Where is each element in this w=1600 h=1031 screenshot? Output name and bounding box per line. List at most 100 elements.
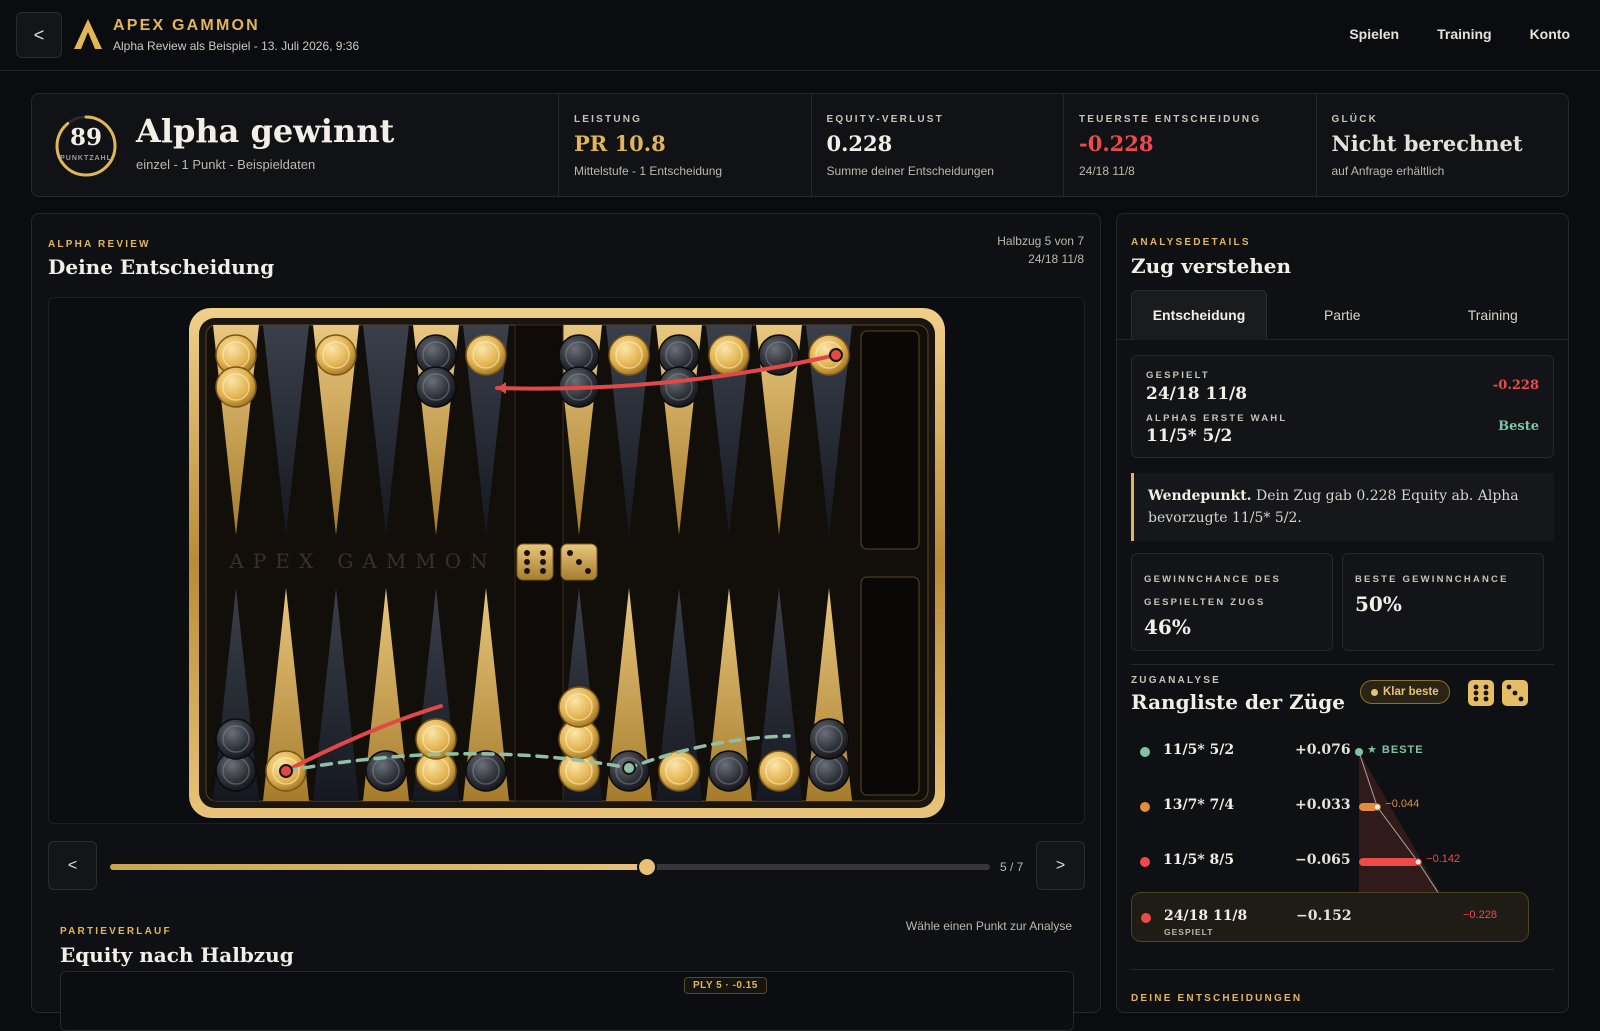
move-dot (1140, 747, 1150, 757)
stat-note: Summe deiner Entscheidungen (826, 164, 994, 178)
move-loss-tag: ★ BESTE (1367, 744, 1424, 756)
divider (1131, 969, 1554, 970)
gold-checker[interactable] (708, 334, 750, 376)
ply-badge: PLY 5 · -0.15 (684, 977, 767, 994)
tab-partie[interactable]: Partie (1267, 290, 1418, 339)
move-row[interactable]: 13/7* 7/4 +0.033 −0.044 (1131, 782, 1529, 832)
played-loss: -0.228 (1492, 378, 1539, 393)
backgammon-board[interactable]: APEX GAMMON (49, 298, 1086, 825)
history-eyebrow: PARTIEVERLAUF (60, 926, 172, 937)
stat-label: TEUERSTE ENTSCHEIDUNG (1079, 114, 1262, 125)
move-notation: 13/7* 7/4 (1163, 797, 1235, 813)
gold-checker[interactable] (558, 686, 600, 728)
gold-checker[interactable] (315, 334, 357, 376)
brand-name: APEX GAMMON (113, 17, 260, 34)
win-best-label: BESTE GEWINNCHANCE (1355, 574, 1509, 585)
gold-checker[interactable] (608, 334, 650, 376)
insight-title: Wendepunkt. (1148, 488, 1252, 504)
win-played-label: GEWINNCHANCE DES GESPIELTEN ZUGS (1144, 574, 1282, 608)
move-equity: +0.033 (1295, 797, 1351, 813)
decisions-eyebrow: DEINE ENTSCHEIDUNGEN (1131, 993, 1303, 1004)
history-title: Equity nach Halbzug (60, 943, 294, 967)
stat-teuerste-entscheidung: TEUERSTE ENTSCHEIDUNG -0.228 24/18 11/8 (1064, 94, 1317, 196)
analysis-title: Zug verstehen (1131, 254, 1291, 278)
played-label: GESPIELT (1146, 370, 1210, 381)
win-chance-best-card: BESTE GEWINNCHANCE 50% (1342, 553, 1544, 651)
ply-meta: Halbzug 5 von 7 (997, 234, 1084, 248)
move-equity: −0.065 (1295, 852, 1351, 868)
stat-label: LEISTUNG (574, 114, 643, 125)
stat-equity-verlust: EQUITY-VERLUST 0.228 Summe deiner Entsch… (812, 94, 1064, 196)
next-ply-button[interactable]: > (1036, 841, 1085, 890)
played-move: 24/18 11/8 (1146, 384, 1248, 404)
stat-note: auf Anfrage erhältlich (1331, 164, 1445, 178)
clear-best-badge: Klar beste (1360, 680, 1450, 704)
dark-checker[interactable] (465, 750, 507, 792)
move-loss-tag: −0.044 (1385, 798, 1420, 810)
history-hint: Wähle einen Punkt zur Analyse (905, 919, 1072, 933)
stat-leistung: LEISTUNG PR 10.8 Mittelstufe - 1 Entsche… (559, 94, 812, 196)
back-button[interactable]: < (16, 12, 62, 58)
move-notation: 11/5* 8/5 (1163, 852, 1235, 868)
summary-bar: 89 PUNKTZAHL Alpha gewinnt einzel - 1 Pu… (31, 93, 1569, 197)
move-row[interactable]: 11/5* 5/2 +0.076 ★ BESTE (1131, 727, 1529, 777)
bear-off-bottom (860, 576, 920, 796)
stat-value: 0.228 (826, 131, 893, 156)
dark-checker[interactable] (415, 366, 457, 408)
move-ranking: 11/5* 5/2 +0.076 ★ BESTE 13/7* 7/4 +0.03… (1117, 717, 1568, 947)
divider (1131, 664, 1554, 665)
result-subtitle: einzel - 1 Punkt - Beispieldaten (136, 157, 316, 172)
insight-callout: Wendepunkt. Dein Zug gab 0.228 Equity ab… (1131, 473, 1554, 541)
tab-entscheidung[interactable]: Entscheidung (1131, 290, 1267, 340)
analysis-tabs: Entscheidung Partie Training (1117, 290, 1568, 340)
move-row-played[interactable]: 24/18 11/8 −0.152 GESPIELT −0.228 (1131, 892, 1529, 942)
stat-label: GLÜCK (1331, 114, 1379, 125)
move-origin-marker (829, 348, 843, 362)
dark-checker[interactable] (808, 718, 850, 760)
stat-value: -0.228 (1079, 131, 1154, 156)
nav-konto[interactable]: Konto (1530, 26, 1570, 42)
dark-checker[interactable] (708, 750, 750, 792)
stat-note: 24/18 11/8 (1079, 164, 1135, 178)
alpha-choice-move: 11/5* 5/2 (1146, 426, 1233, 446)
ply-slider-thumb[interactable] (638, 859, 655, 875)
nav-training[interactable]: Training (1437, 26, 1491, 42)
gold-checker[interactable] (215, 366, 257, 408)
move-origin-marker (279, 764, 293, 778)
move-dot (1140, 857, 1150, 867)
equity-chart[interactable] (60, 971, 1074, 1031)
tab-training[interactable]: Training (1418, 290, 1569, 339)
main-nav: Spielen Training Konto (1349, 26, 1570, 42)
stat-note: Mittelstufe - 1 Entscheidung (574, 164, 723, 178)
move-equity: −0.152 (1296, 908, 1352, 924)
win-best-value: 50% (1355, 592, 1402, 616)
gold-checker[interactable] (465, 334, 507, 376)
stat-label: EQUITY-VERLUST (826, 114, 944, 125)
move-played-label: GESPIELT (1164, 927, 1214, 937)
analysis-eyebrow: ANALYSEDETAILS (1131, 237, 1251, 248)
win-chance-played-card: GEWINNCHANCE DES GESPIELTEN ZUGS 46% (1131, 553, 1333, 651)
stat-value: PR 10.8 (574, 131, 666, 156)
gold-checker[interactable] (758, 750, 800, 792)
analysis-panel: ANALYSEDETAILS Zug verstehen Entscheidun… (1116, 213, 1569, 1013)
dark-checker[interactable] (215, 718, 257, 760)
alpha-best-tag: Beste (1498, 419, 1539, 434)
alpha-choice-label: ALPHAS ERSTE WAHL (1146, 413, 1288, 424)
move-equity: +0.076 (1295, 742, 1351, 758)
move-comparison-card: GESPIELT 24/18 11/8 -0.228 ALPHAS ERSTE … (1131, 355, 1554, 458)
move-meta: 24/18 11/8 (1028, 252, 1084, 266)
nav-spielen[interactable]: Spielen (1349, 26, 1399, 42)
die-three (560, 543, 598, 581)
dice-icon (1468, 680, 1528, 706)
review-eyebrow: ALPHA REVIEW (48, 239, 151, 250)
score-value: 89 (69, 124, 102, 151)
best-move-marker (622, 761, 636, 775)
move-row[interactable]: 11/5* 8/5 −0.065 −0.142 (1131, 837, 1529, 887)
win-played-value: 46% (1144, 615, 1191, 639)
stat-value: Nicht berechnet (1331, 131, 1523, 156)
ply-counter: 5 / 7 (1000, 860, 1024, 874)
move-notation: 11/5* 5/2 (1163, 742, 1235, 758)
dark-checker[interactable] (658, 366, 700, 408)
move-dot (1140, 802, 1150, 812)
prev-ply-button[interactable]: < (48, 841, 97, 890)
